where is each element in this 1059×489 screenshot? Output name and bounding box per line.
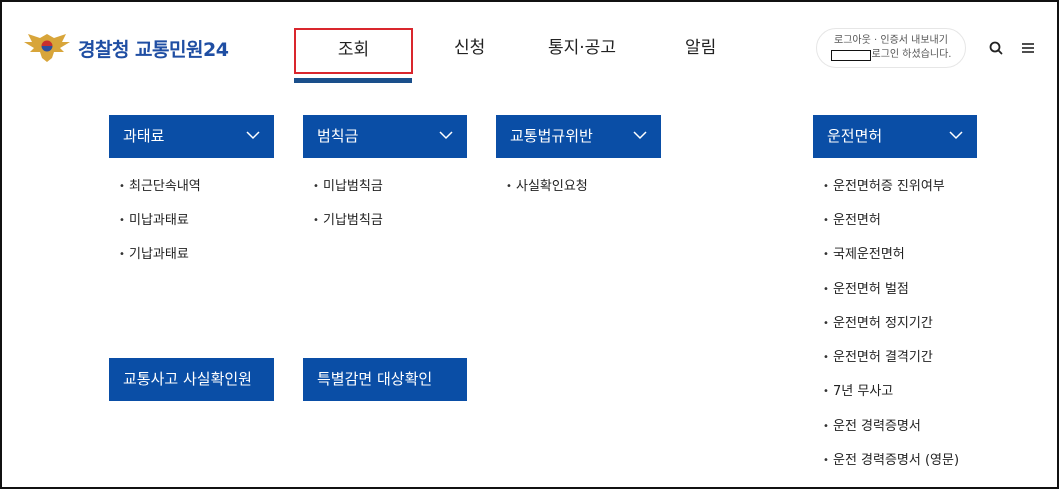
list-item[interactable]: 미납범칙금 bbox=[313, 175, 383, 194]
menu-license[interactable]: 운전면허 bbox=[813, 115, 977, 158]
list-item[interactable]: 최근단속내역 bbox=[119, 175, 201, 194]
chevron-down-icon bbox=[246, 131, 260, 140]
chevron-down-icon bbox=[439, 131, 453, 140]
menu-violations-label: 교통법규위반 bbox=[510, 127, 593, 145]
hamburger-menu-icon[interactable] bbox=[1020, 40, 1036, 56]
list-item[interactable]: 기납과태료 bbox=[119, 243, 189, 262]
menu-violations[interactable]: 교통법규위반 bbox=[496, 115, 661, 158]
menu-penalties[interactable]: 범칙금 bbox=[303, 115, 467, 158]
accident-confirmation-button[interactable]: 교통사고 사실확인원 bbox=[109, 358, 274, 401]
user-util-box: 로그아웃 · 인증서 내보내기 로그인 하셨습니다. bbox=[816, 28, 966, 68]
menu-penalties-label: 범칙금 bbox=[317, 127, 359, 145]
login-status-text: 로그인 하셨습니다. bbox=[871, 49, 952, 60]
list-item[interactable]: 운전 경력증명서 (영문) bbox=[823, 449, 959, 468]
site-logo[interactable]: 경찰청 교통민원24 bbox=[22, 30, 229, 66]
nav-item-inquiry[interactable]: 조회 bbox=[294, 28, 413, 74]
list-item[interactable]: 7년 무사고 bbox=[823, 380, 893, 399]
nav-active-underline bbox=[294, 78, 412, 83]
police-emblem-icon bbox=[24, 34, 70, 62]
list-item[interactable]: 운전면허 벌점 bbox=[823, 278, 909, 297]
logout-cert-links[interactable]: 로그아웃 · 인증서 내보내기 bbox=[817, 34, 965, 48]
list-item[interactable]: 국제운전면허 bbox=[823, 243, 905, 262]
nav-item-alerts[interactable]: 알림 bbox=[685, 28, 716, 74]
list-item[interactable]: 운전면허증 진위여부 bbox=[823, 175, 945, 194]
list-item[interactable]: 운전면허 결격기간 bbox=[823, 346, 933, 365]
page-frame: 경찰청 교통민원24 조회 신청 통지·공고 알림 로그아웃 · 인증서 내보내… bbox=[0, 0, 1059, 489]
list-item[interactable]: 사실확인요청 bbox=[506, 175, 588, 194]
login-status: 로그인 하셨습니다. bbox=[817, 48, 965, 62]
list-item[interactable]: 미납과태료 bbox=[119, 209, 189, 228]
search-icon[interactable] bbox=[988, 40, 1004, 56]
chevron-down-icon bbox=[633, 131, 647, 140]
list-item[interactable]: 운전 경력증명서 bbox=[823, 415, 921, 434]
special-reduction-button[interactable]: 특별감면 대상확인 bbox=[303, 358, 467, 401]
menu-fines-label: 과태료 bbox=[123, 127, 165, 145]
chevron-down-icon bbox=[949, 131, 963, 140]
menu-license-label: 운전면허 bbox=[827, 127, 883, 145]
list-item[interactable]: 운전면허 bbox=[823, 209, 881, 228]
nav-item-notice[interactable]: 통지·공고 bbox=[548, 28, 616, 74]
list-item[interactable]: 기납범칙금 bbox=[313, 209, 383, 228]
redacted-username bbox=[830, 49, 871, 61]
logo-text: 경찰청 교통민원24 bbox=[78, 38, 229, 61]
menu-fines[interactable]: 과태료 bbox=[109, 115, 274, 158]
nav-item-apply[interactable]: 신청 bbox=[454, 28, 485, 74]
list-item[interactable]: 운전면허 정지기간 bbox=[823, 312, 933, 331]
